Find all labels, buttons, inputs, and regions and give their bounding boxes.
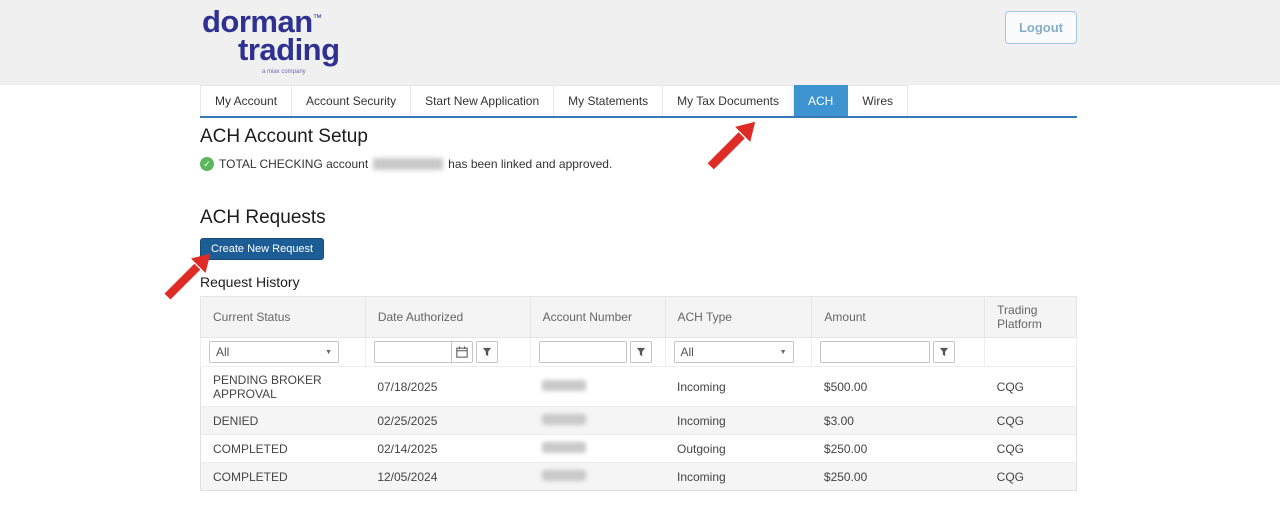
logout-button[interactable]: Logout bbox=[1005, 11, 1077, 44]
request-history-title: Request History bbox=[200, 274, 1077, 290]
col-header-ach-type: ACH Type bbox=[665, 297, 812, 338]
tab-start-new-application[interactable]: Start New Application bbox=[411, 85, 554, 116]
cell-amount: $250.00 bbox=[812, 435, 985, 463]
tab-my-tax-documents[interactable]: My Tax Documents bbox=[663, 85, 794, 116]
col-header-current-status: Current Status bbox=[201, 297, 366, 338]
request-history-table: Current Status Date Authorized Account N… bbox=[200, 296, 1077, 491]
col-header-trading-platform: Trading Platform bbox=[985, 297, 1077, 338]
account-number-filter-input[interactable] bbox=[539, 341, 627, 363]
logo-word-trading: trading bbox=[238, 34, 340, 65]
amount-filter-input[interactable] bbox=[820, 341, 930, 363]
tab-bar: My Account Account Security Start New Ap… bbox=[200, 85, 1077, 118]
main-content: ACH Account Setup ✓ TOTAL CHECKING accou… bbox=[200, 118, 1077, 491]
table-row[interactable]: COMPLETED 02/14/2025 Outgoing $250.00 CQ… bbox=[201, 435, 1077, 463]
table-filter-row: All ▼ bbox=[201, 338, 1077, 367]
chevron-down-icon: ▼ bbox=[325, 349, 332, 356]
cell-status: PENDING BROKER APPROVAL bbox=[201, 367, 366, 407]
col-header-account-number: Account Number bbox=[530, 297, 665, 338]
tab-my-account[interactable]: My Account bbox=[200, 85, 292, 116]
col-header-amount: Amount bbox=[812, 297, 985, 338]
table-row[interactable]: COMPLETED 12/05/2024 Incoming $250.00 CQ… bbox=[201, 463, 1077, 491]
cell-status: DENIED bbox=[201, 407, 366, 435]
annotation-arrow-to-ach-tab bbox=[703, 116, 761, 174]
tab-ach[interactable]: ACH bbox=[794, 85, 848, 116]
success-check-icon: ✓ bbox=[200, 157, 214, 171]
ach-requests-title: ACH Requests bbox=[200, 207, 1077, 229]
cell-platform: CQG bbox=[985, 407, 1077, 435]
cell-date: 07/18/2025 bbox=[365, 367, 530, 407]
cell-ach-type: Incoming bbox=[665, 407, 812, 435]
ach-type-filter-select[interactable]: All ▼ bbox=[674, 341, 794, 363]
filter-funnel-icon[interactable] bbox=[476, 341, 498, 363]
cell-amount: $3.00 bbox=[812, 407, 985, 435]
cell-amount: $500.00 bbox=[812, 367, 985, 407]
status-text-suffix: has been linked and approved. bbox=[448, 157, 612, 171]
cell-ach-type: Outgoing bbox=[665, 435, 812, 463]
status-text-prefix: TOTAL CHECKING account bbox=[219, 157, 368, 171]
tab-my-statements[interactable]: My Statements bbox=[554, 85, 663, 116]
cell-ach-type: Incoming bbox=[665, 463, 812, 491]
redacted-account-number bbox=[542, 414, 586, 425]
cell-account bbox=[530, 435, 665, 463]
link-status-line: ✓ TOTAL CHECKING account has been linked… bbox=[200, 157, 1077, 171]
redacted-account-number bbox=[373, 158, 443, 170]
logo-tagline: a miax company bbox=[262, 69, 340, 75]
calendar-icon[interactable] bbox=[451, 341, 473, 363]
brand-logo: dorman™ trading a miax company bbox=[202, 6, 340, 75]
cell-platform: CQG bbox=[985, 435, 1077, 463]
date-filter-input[interactable] bbox=[374, 341, 452, 363]
tab-wires[interactable]: Wires bbox=[848, 85, 908, 116]
status-filter-value: All bbox=[216, 345, 229, 359]
col-header-date-authorized: Date Authorized bbox=[365, 297, 530, 338]
redacted-account-number bbox=[542, 442, 586, 453]
create-new-request-button[interactable]: Create New Request bbox=[200, 238, 324, 260]
page-title: ACH Account Setup bbox=[200, 126, 1077, 148]
cell-amount: $250.00 bbox=[812, 463, 985, 491]
cell-ach-type: Incoming bbox=[665, 367, 812, 407]
cell-date: 02/14/2025 bbox=[365, 435, 530, 463]
cell-account bbox=[530, 407, 665, 435]
redacted-account-number bbox=[542, 470, 586, 481]
cell-status: COMPLETED bbox=[201, 435, 366, 463]
chevron-down-icon: ▼ bbox=[780, 349, 787, 356]
cell-account bbox=[530, 463, 665, 491]
cell-status: COMPLETED bbox=[201, 463, 366, 491]
table-row[interactable]: DENIED 02/25/2025 Incoming $3.00 CQG bbox=[201, 407, 1077, 435]
ach-type-filter-value: All bbox=[681, 345, 694, 359]
cell-platform: CQG bbox=[985, 367, 1077, 407]
cell-platform: CQG bbox=[985, 463, 1077, 491]
redacted-account-number bbox=[542, 380, 586, 391]
cell-account bbox=[530, 367, 665, 407]
status-filter-select[interactable]: All ▼ bbox=[209, 341, 339, 363]
cell-date: 12/05/2024 bbox=[365, 463, 530, 491]
app-header: dorman™ trading a miax company Logout bbox=[0, 0, 1280, 85]
page: dorman™ trading a miax company Logout My… bbox=[0, 0, 1280, 519]
tab-account-security[interactable]: Account Security bbox=[292, 85, 411, 116]
table-header-row: Current Status Date Authorized Account N… bbox=[201, 297, 1077, 338]
filter-funnel-icon[interactable] bbox=[630, 341, 652, 363]
filter-funnel-icon[interactable] bbox=[933, 341, 955, 363]
cell-date: 02/25/2025 bbox=[365, 407, 530, 435]
annotation-arrow-to-create-button bbox=[160, 248, 216, 304]
table-row[interactable]: PENDING BROKER APPROVAL 07/18/2025 Incom… bbox=[201, 367, 1077, 407]
